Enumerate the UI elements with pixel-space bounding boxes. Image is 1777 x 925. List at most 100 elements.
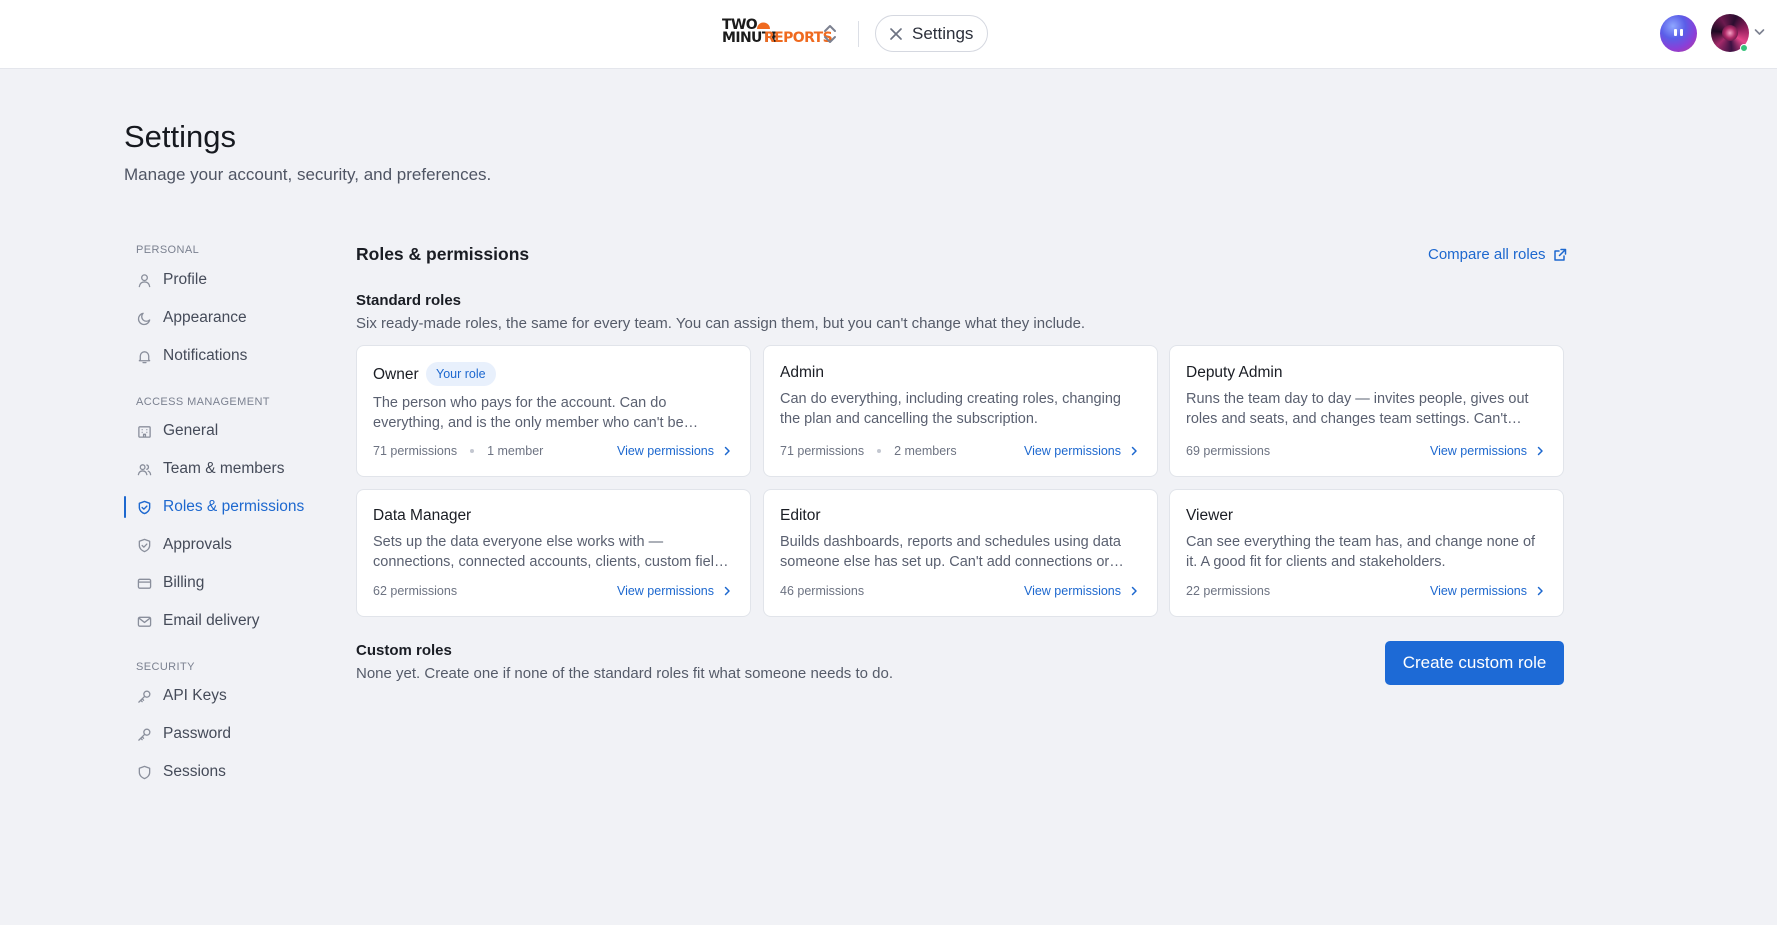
shield-check-icon [138,538,151,552]
sidebar-item-profile[interactable]: Profile [124,265,314,295]
your-role-badge: Your role [426,362,496,386]
sidebar-item-label: Sessions [163,763,226,780]
sidebar-item-email-delivery[interactable]: Email delivery [124,606,314,636]
sidebar-item-label: Notifications [163,347,248,364]
sidebar-item-approvals[interactable]: Approvals [124,530,314,560]
sidebar-item-appearance[interactable]: Appearance [124,303,314,333]
compare-all-roles-link[interactable]: Compare all roles [1428,246,1567,263]
permission-count: 22 permissions [1186,584,1271,598]
sidebar-item-sessions[interactable]: Sessions [124,757,314,787]
chevron-right-icon [1131,446,1137,456]
settings-context-pill[interactable]: Settings [875,15,988,52]
chevron-right-icon [724,586,730,596]
sidebar-item-label: Approvals [163,536,232,553]
key-icon [138,689,151,703]
role-meta: 71 permissions 2 members [780,444,957,458]
view-permissions-link[interactable]: View permissions [1024,444,1139,458]
view-permissions-label: View permissions [1023,444,1121,458]
role-name: Editor [780,507,821,524]
permission-count: 69 permissions [1186,444,1271,458]
member-count: 1 member [487,444,544,458]
role-card-owner[interactable]: Owner Your role The person who pays for … [356,345,751,477]
sidebar-item-general[interactable]: General [124,416,314,446]
permission-count: 46 permissions [780,584,865,598]
sidebar-item-password[interactable]: Password [124,719,314,749]
role-name: Owner [373,366,419,383]
shield-icon [138,765,151,779]
sidebar-item-label: Appearance [163,309,247,326]
role-card-editor[interactable]: Editor Builds dashboards, reports and sc… [763,489,1158,617]
view-permissions-link[interactable]: View permissions [1430,444,1545,458]
view-permissions-label: View permissions [1023,584,1121,598]
compare-link-label: Compare all roles [1428,246,1546,263]
custom-roles-subtitle: None yet. Create one if none of the stan… [356,665,894,682]
role-description: Can do everything, including creating ro… [780,391,1121,427]
role-meta: 71 permissions 1 member [373,444,543,458]
view-permissions-label: View permissions [1429,444,1527,458]
chevron-up-down-icon[interactable] [820,22,840,46]
sidebar-item-api-keys[interactable]: API Keys [124,681,314,711]
topbar-divider [858,21,859,47]
permission-count: 62 permissions [373,584,458,598]
role-description: Builds dashboards, reports and schedules… [780,534,1121,570]
chevron-down-icon[interactable] [1754,28,1765,36]
sidebar-item-roles-permissions[interactable]: Roles & permissions [124,492,314,522]
create-custom-role-button[interactable]: Create custom role [1385,641,1564,685]
role-description: Sets up the data everyone else works wit… [373,534,730,570]
section-label-personal: PERSONAL [136,244,200,256]
role-meta: 46 permissions [780,584,864,598]
section-label-access-management: ACCESS MANAGEMENT [136,396,270,408]
credit-card-icon [137,578,152,589]
view-permissions-label: View permissions [616,584,714,598]
page-subtitle: Manage your account, security, and prefe… [124,165,492,184]
custom-roles-title: Custom roles [356,642,452,659]
view-permissions-label: View permissions [1429,584,1527,598]
building-icon [138,425,151,438]
sidebar-item-label: Roles & permissions [163,498,305,515]
role-description: Runs the team day to day — invites peopl… [1186,391,1529,427]
view-permissions-link[interactable]: View permissions [1430,584,1545,598]
member-count: 2 members [894,444,957,458]
chevron-right-icon [1537,446,1543,456]
role-meta: 22 permissions [1186,584,1270,598]
section-title: Roles & permissions [356,244,530,264]
role-card-viewer[interactable]: Viewer Can see everything the team has, … [1169,489,1564,617]
close-icon[interactable] [889,27,903,41]
moon-icon [137,312,151,325]
meta-separator [877,449,882,453]
view-permissions-label: View permissions [616,444,714,458]
chevron-right-icon [1131,586,1137,596]
sidebar-item-label: Team & members [163,460,285,477]
sidebar-item-label: Email delivery [163,612,260,629]
workspace-avatar[interactable] [1660,15,1697,52]
sidebar-item-label: Password [163,725,232,742]
role-name: Admin [780,364,824,381]
sidebar-item-label: Profile [163,271,207,288]
sidebar-item-label: API Keys [163,687,227,704]
role-description: The person who pays for the account. Can… [373,395,684,431]
avatar-eye-right [1680,29,1683,36]
mail-icon [137,616,152,627]
sidebar-item-notifications[interactable]: Notifications [124,341,314,371]
permission-count: 71 permissions [373,444,458,458]
meta-separator [470,449,475,453]
section-label-security: SECURITY [136,661,195,673]
view-permissions-link[interactable]: View permissions [617,584,732,598]
standard-roles-subtitle: Six ready-made roles, the same for every… [356,315,1086,332]
shield-check-icon [138,500,151,514]
key-icon [138,727,151,741]
sidebar-item-label: Billing [163,574,205,591]
role-name: Viewer [1186,507,1234,524]
sidebar-item-billing[interactable]: Billing [124,568,314,598]
app-logo[interactable]: TWO MINUTE REPORTS [722,18,833,48]
role-name: Deputy Admin [1186,364,1283,381]
role-meta: 62 permissions [373,584,457,598]
role-card-admin[interactable]: Admin Can do everything, including creat… [763,345,1158,477]
chevron-right-icon [724,446,730,456]
chevron-right-icon [1537,586,1543,596]
sidebar-item-team-members[interactable]: Team & members [124,454,314,484]
role-card-data-manager[interactable]: Data Manager Sets up the data everyone e… [356,489,751,617]
view-permissions-link[interactable]: View permissions [617,444,732,458]
view-permissions-link[interactable]: View permissions [1024,584,1139,598]
role-card-deputy-admin[interactable]: Deputy Admin Runs the team day to day — … [1169,345,1564,477]
